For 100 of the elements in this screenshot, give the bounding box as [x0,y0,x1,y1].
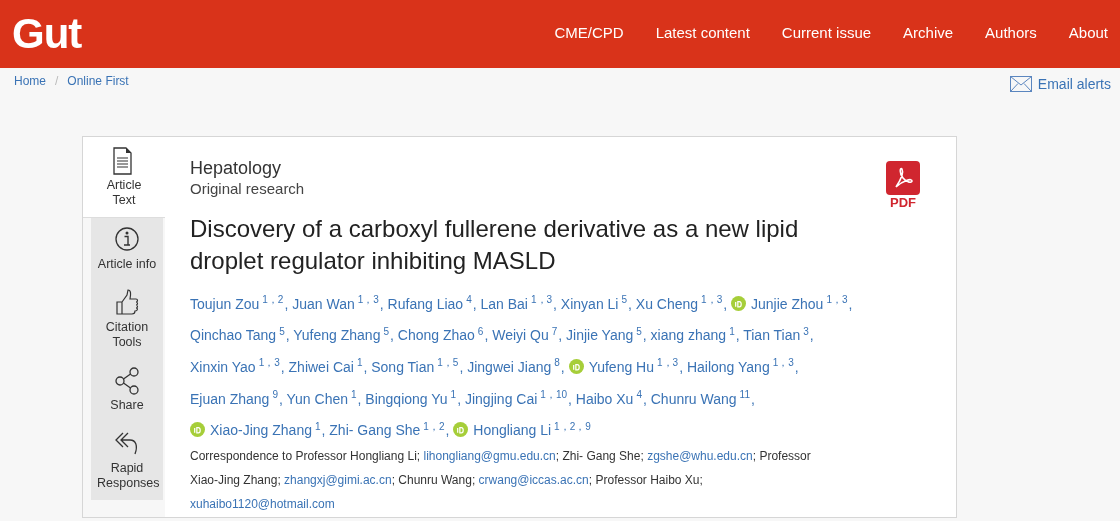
side-tab[interactable]: Rapid Responses [91,422,163,500]
author-link[interactable]: Lan Bai [480,295,528,312]
affiliation-number: 1 [314,420,321,432]
author-link[interactable]: Bingqiong Yu [365,390,448,407]
author-link[interactable]: Jinjie Yang [566,327,634,344]
author-link[interactable]: Haibo Xu [575,390,634,407]
author-link[interactable]: Juan Wan [292,295,355,312]
nav-link[interactable]: CME/CPD [554,24,624,41]
author-link[interactable]: Rufang Liao [387,295,464,312]
envelope-icon [1009,76,1032,92]
affiliation-number: 3 [803,325,809,337]
author-link[interactable]: Zhi- Gang She [329,422,421,439]
author-link[interactable]: Jingjing Cai [464,390,538,407]
author-link[interactable]: Xu Cheng [635,295,699,312]
orcid-icon[interactable] [453,422,469,438]
author-link[interactable]: Yufeng Hu [588,358,654,375]
author-link[interactable]: Tian Tian [743,327,801,344]
comma-separator: , [363,358,368,375]
nav-link[interactable]: Archive [903,24,954,41]
nav-link[interactable]: Authors [985,24,1037,41]
email-alerts-link[interactable]: Email alerts [1009,76,1111,92]
email-link[interactable]: zhangxj@gimi.ac.cn [284,473,392,488]
comma-separator: , [642,327,647,344]
breadcrumb-separator: / [55,74,59,88]
author-link[interactable]: Toujun Zou [190,295,260,312]
author-link[interactable]: Hailong Yang [686,358,770,375]
affiliation-number: 9 [272,388,278,400]
affiliation-number: 1，3 [657,357,679,369]
comma-separator: , [284,295,289,312]
breadcrumb-link[interactable]: Online First [67,74,129,88]
comma-separator: , [751,390,755,407]
affiliation-number: 1，2，9 [554,420,591,432]
comma-separator: , [280,358,285,375]
affiliation-number: 5 [636,325,642,337]
side-tab[interactable]: Share [91,359,163,422]
nav-link[interactable]: About [1068,24,1108,41]
comma-separator: , [558,327,563,344]
comma-separator: , [642,390,647,407]
author-link[interactable]: Jingwei Jiang [467,358,552,375]
pdf-link[interactable]: PDF [886,161,920,210]
affiliation-number: 1，5 [437,357,459,369]
author-link[interactable]: Yufeng Zhang [293,327,381,344]
email-link[interactable]: xuhaibo1120@hotmail.com [190,497,335,512]
email-link[interactable]: zgshe@whu.edu.cn [647,449,753,464]
affiliation-number: 7 [551,325,558,337]
comma-separator: , [553,295,557,312]
comma-separator: , [679,358,684,375]
author-link[interactable]: Xiao-Jing Zhang [210,422,312,439]
comma-separator: , [484,327,489,344]
affiliation-number: 6 [477,325,484,337]
author-link[interactable]: Weiyi Qu [492,327,549,344]
author-link[interactable]: Qinchao Tang [190,327,277,344]
affiliation-number: 11 [739,388,750,400]
comma-separator: , [723,295,728,312]
author-link[interactable]: Chunru Wang [650,390,737,407]
nav-link[interactable]: Current issue [781,24,872,41]
email-link[interactable]: lihongliang@gmu.edu.cn [423,449,556,464]
author-link[interactable]: xiang zhang [650,327,727,344]
author-link[interactable]: Hongliang Li [473,422,552,439]
side-tab[interactable]: Article info [91,218,163,281]
author-link[interactable]: Chong Zhao [397,327,475,344]
affiliation-number: 5 [383,325,389,337]
affiliation-number: 1，2 [262,294,284,305]
comma-separator: , [321,422,326,439]
affiliation-number: 1，10 [540,388,567,400]
section-label: Hepatology [190,157,283,179]
site-logo[interactable]: Gut [12,10,82,58]
orcid-icon[interactable] [568,358,584,374]
affiliation-number: 1，3 [701,294,723,305]
affiliation-number: 5 [279,325,285,337]
comma-separator: , [390,327,394,344]
comma-separator: , [794,358,799,375]
orcid-icon[interactable] [190,422,205,438]
comma-separator: , [628,295,632,312]
comma-separator: , [472,295,477,312]
author-link[interactable]: Xinyan Li [560,295,619,312]
breadcrumb-link[interactable]: Home [14,74,46,88]
author-link[interactable]: Zhiwei Cai [288,358,354,375]
comma-separator: , [379,295,384,312]
author-link[interactable]: Junjie Zhou [751,295,824,312]
affiliation-number: 1，2 [423,420,445,432]
nav-link[interactable]: Latest content [655,24,750,41]
author-link[interactable]: Yun Chen [286,390,348,407]
affiliation-number: 1 [729,325,735,337]
author-link[interactable]: Xinxin Yao [190,358,256,375]
orcid-icon[interactable] [731,295,746,311]
comma-separator: , [809,327,814,344]
info-icon [115,226,139,254]
comma-separator: , [848,295,853,312]
comma-separator: , [568,390,572,407]
affiliation-number: 1 [351,388,357,400]
comma-separator: , [560,358,565,375]
comma-separator: , [445,422,450,439]
correspondence-text: Correspondence to Professor Hongliang Li; lihongliang@gmu.edu.cn; Zhi- Gang She; zgshe@whu.edu.cn; Professor Xiao-Jing Zhang; zhangxj@gimi.ac.cn; Chunru Wang; crwang@iccas.ac.cn; Professor Haibo Xu; xuhaibo1120@hotmail.com [190,448,812,514]
author-link[interactable]: Ejuan Zhang [190,390,270,407]
side-tab[interactable]: Citation Tools [91,281,163,359]
affiliation-number: 4 [466,294,472,305]
author-link[interactable]: Song Tian [371,358,435,375]
side-tab[interactable]: Article Text [83,137,165,218]
email-link[interactable]: crwang@iccas.ac.cn [478,473,589,488]
